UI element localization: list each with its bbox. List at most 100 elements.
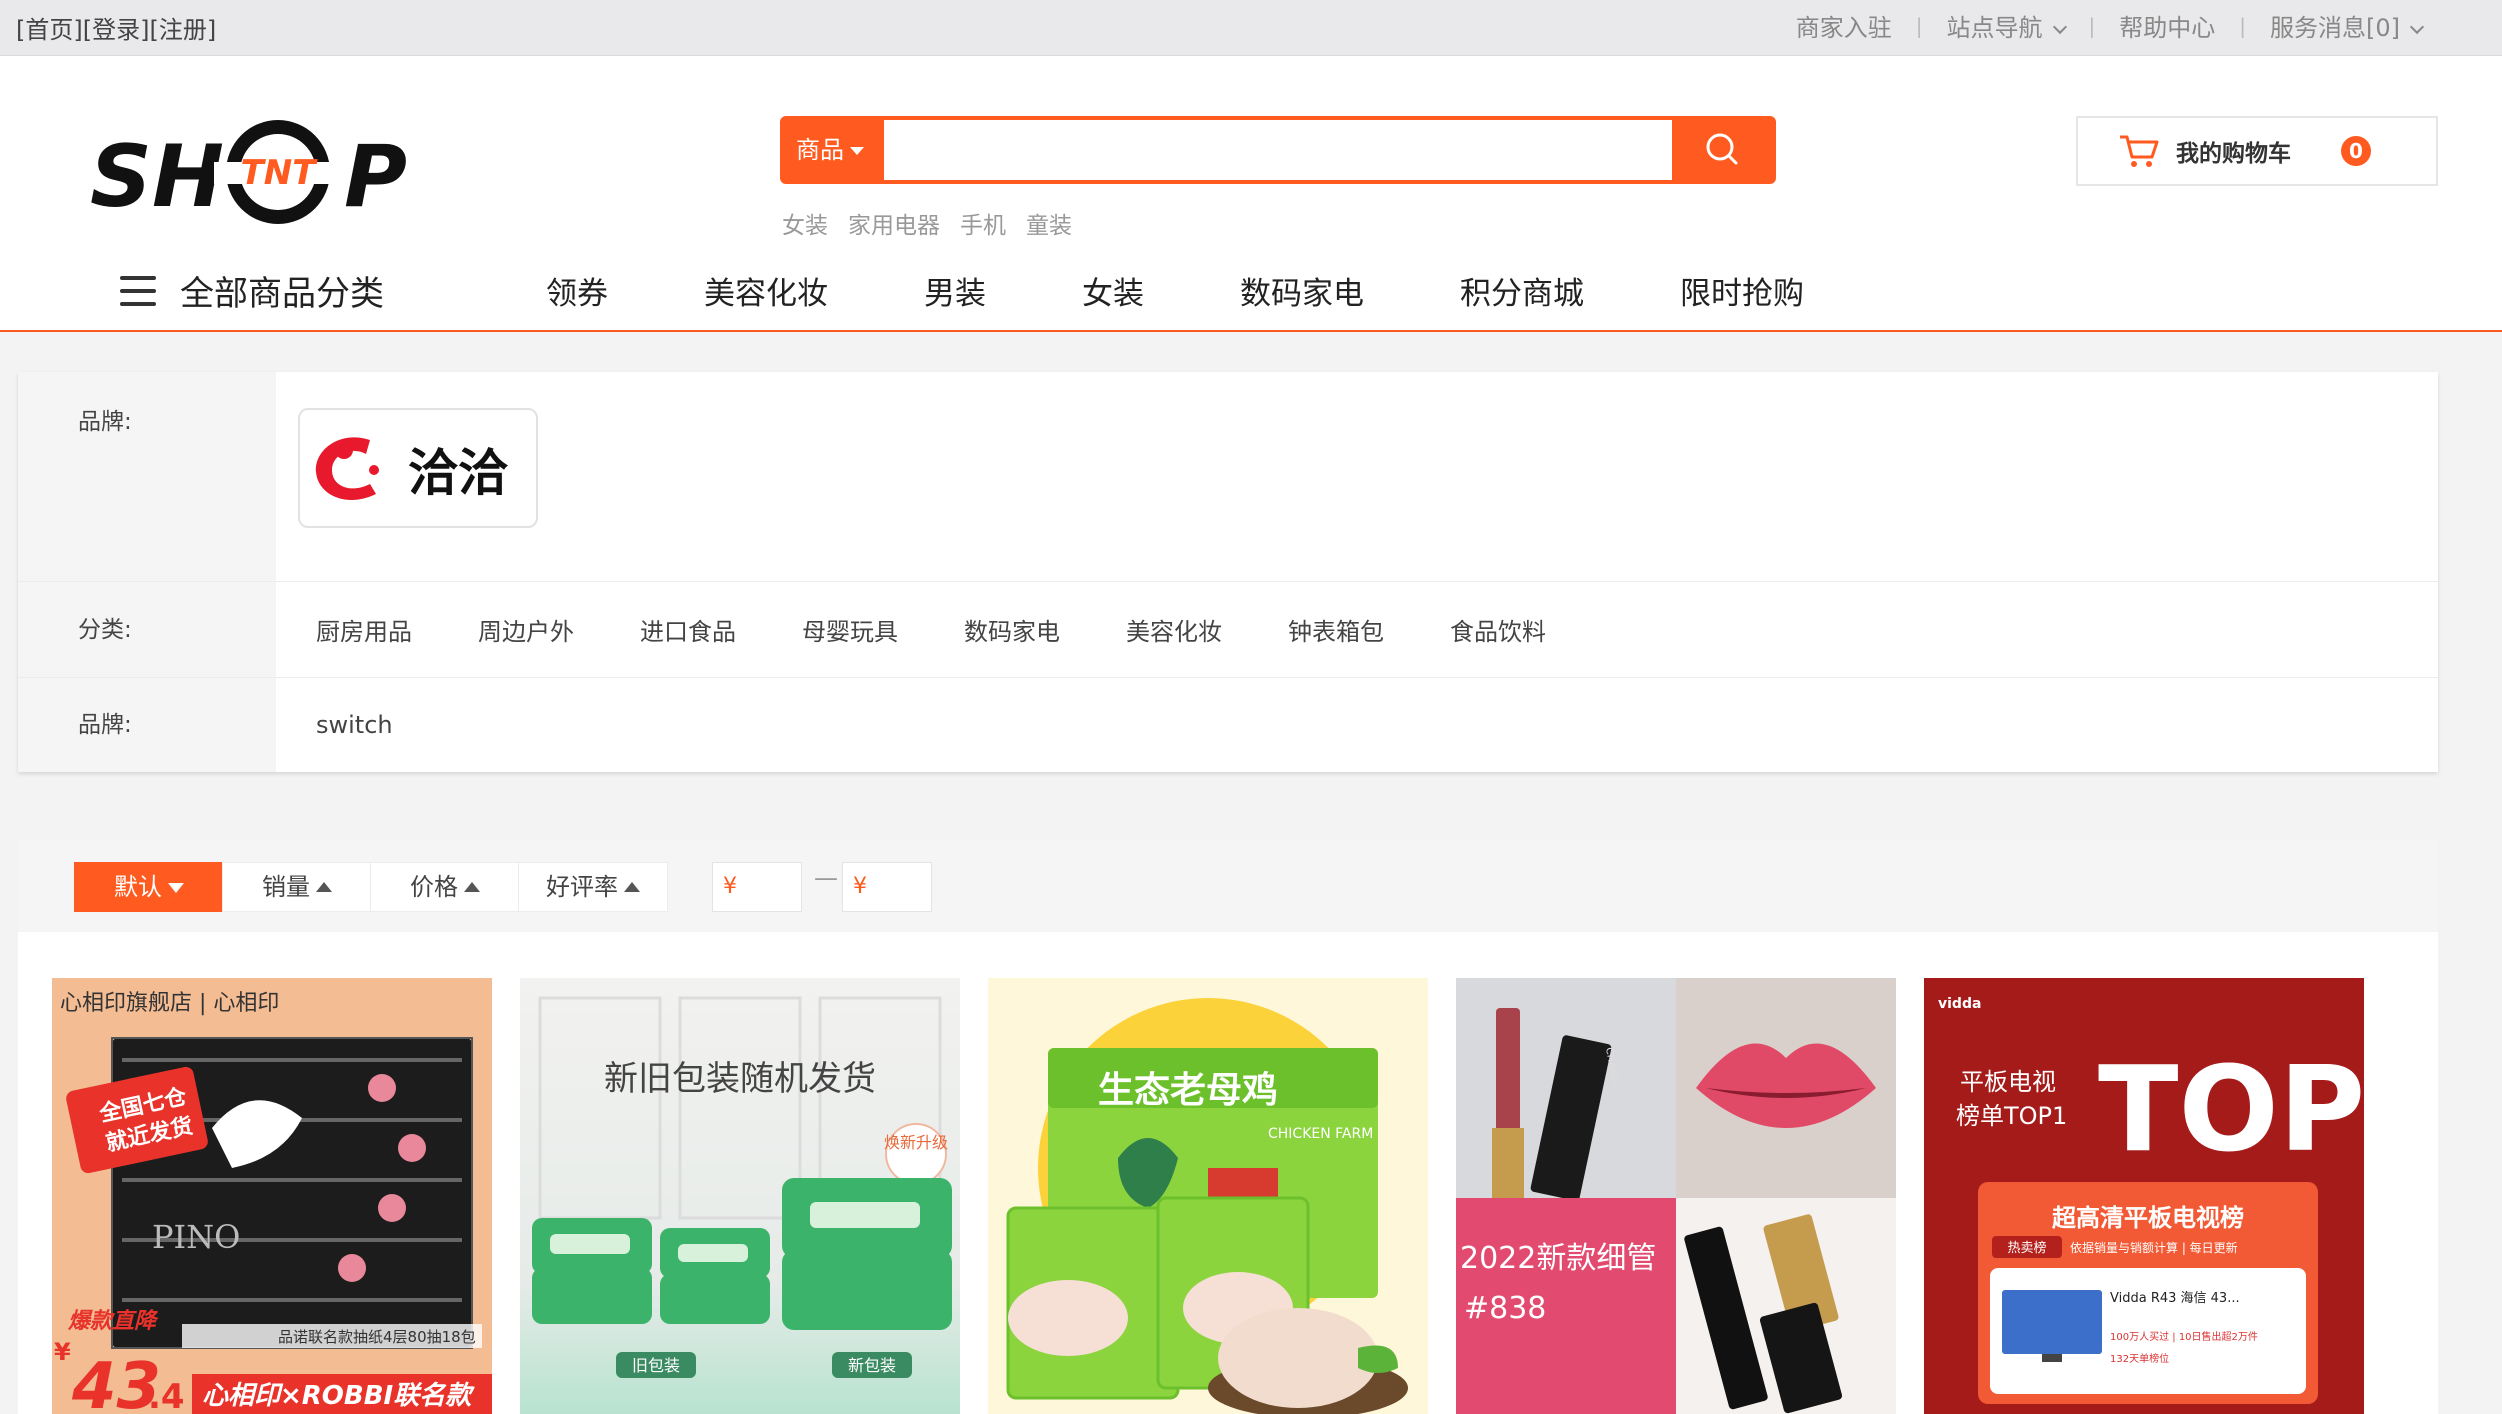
- tv-panel-tag: 热卖榜: [2007, 1240, 2046, 1256]
- product-card[interactable]: vidda 平板电视 榜单TOP1 TOP1 超高清平板电视榜 热卖榜 依据销量…: [1924, 978, 2364, 1414]
- product-image-wipes: 新旧包装随机发货 焕新升级 旧包装 新包装: [520, 978, 960, 1414]
- top-bar: [首页][登录][注册] 商家入驻 | 站点导航 | 帮助中心 | 服务消息[0…: [0, 0, 2502, 56]
- sort-rating-label: 好评率: [546, 873, 618, 901]
- logo-text-right: P: [344, 127, 407, 227]
- lipstick-caption-line1: 2022新款细管: [1460, 1241, 1656, 1276]
- cart-icon: [2120, 135, 2159, 167]
- menu-icon: [120, 275, 156, 306]
- nav-item-digital[interactable]: 数码家电: [1240, 268, 1364, 313]
- top-right-links: 商家入驻 | 站点导航 | 帮助中心 | 服务消息[0]: [1796, 8, 2425, 43]
- product-title: 新旧包装随机发货: [604, 1059, 876, 1099]
- logo-text-left: SH: [90, 127, 224, 227]
- search-box: 商品: [780, 116, 1776, 184]
- caret-down-icon: [168, 883, 184, 893]
- price-range-dash: —: [814, 864, 838, 892]
- price-dec: .4: [148, 1377, 185, 1414]
- site-nav-link[interactable]: 站点导航: [1946, 8, 2067, 43]
- price-max-input[interactable]: ¥: [842, 862, 932, 912]
- lipstick-caption-line2: #838: [1464, 1291, 1546, 1326]
- caret-up-icon: [464, 882, 480, 892]
- all-categories-button[interactable]: 全部商品分类: [120, 266, 384, 315]
- new-package-label: 新包装: [848, 1356, 896, 1375]
- sort-price-label: 价格: [410, 873, 458, 901]
- sort-default-label: 默认: [114, 873, 162, 901]
- category-item[interactable]: 食品饮料: [1450, 612, 1546, 647]
- filter-panel: 品牌: 洽洽 分类: 厨房用品 周边户外 进口食品 母婴玩具 数码家电 美容化妆: [18, 372, 2438, 772]
- search-button[interactable]: [1672, 120, 1772, 180]
- sort-price-button[interactable]: 价格: [370, 862, 520, 912]
- top-links[interactable]: [首页][登录][注册]: [16, 10, 216, 45]
- category-item[interactable]: 周边户外: [478, 612, 574, 647]
- sort-sales-button[interactable]: 销量: [222, 862, 372, 912]
- category-item[interactable]: 厨房用品: [316, 612, 412, 647]
- filter-label: 品牌:: [18, 678, 276, 772]
- hot-word[interactable]: 童装: [1026, 206, 1072, 240]
- nav-item-coupon[interactable]: 领券: [546, 268, 608, 313]
- product-card[interactable]: 新旧包装随机发货 焕新升级 旧包装 新包装: [520, 978, 960, 1414]
- separator: |: [2239, 13, 2246, 38]
- brand-logo-qiaqia[interactable]: 洽洽: [298, 408, 538, 528]
- cart-count-badge: 0: [2341, 136, 2371, 166]
- cart-label: 我的购物车: [2176, 141, 2291, 167]
- tv-brand: vidda: [1938, 996, 1981, 1012]
- search-icon: [1706, 133, 1738, 164]
- tv-rank: 132天单榜位: [2110, 1352, 2169, 1365]
- category-item[interactable]: 进口食品: [640, 612, 736, 647]
- category-item[interactable]: 母婴玩具: [802, 612, 898, 647]
- main-nav: 全部商品分类 领券 美容化妆 男装 女装 数码家电 积分商城 限时抢购: [0, 256, 2502, 330]
- product-card[interactable]: CHANEL 2022新款细管 #838: [1456, 978, 1896, 1414]
- site-logo[interactable]: SH TNT P: [90, 118, 430, 228]
- category-item[interactable]: 美容化妆: [1126, 612, 1222, 647]
- tv-panel-title: 超高清平板电视榜: [2052, 1204, 2244, 1232]
- currency-symbol: ¥: [54, 1338, 71, 1366]
- filter-row-brand: 品牌: 洽洽: [18, 372, 2438, 582]
- product-image-tv: vidda 平板电视 榜单TOP1 TOP1 超高清平板电视榜 热卖榜 依据销量…: [1924, 978, 2364, 1414]
- separator: |: [1915, 13, 1923, 38]
- filter-content: 洽洽: [276, 372, 2438, 581]
- product-subtitle: CHICKEN FARM: [1268, 1126, 1373, 1142]
- caret-up-icon: [624, 882, 640, 892]
- hot-word[interactable]: 家用电器: [848, 206, 940, 240]
- price-min-input[interactable]: ¥: [712, 862, 802, 912]
- product-card[interactable]: 心相印旗舰店 | 心相印 PINO 全国七仓 就近发货 品诺联名款抽纸4层80抽…: [52, 978, 492, 1414]
- nav-item-flash-sale[interactable]: 限时抢购: [1680, 268, 1804, 313]
- brand-item-switch[interactable]: switch: [316, 711, 393, 739]
- service-msg-link[interactable]: 服务消息[0]: [2270, 8, 2425, 43]
- nav-item-points[interactable]: 积分商城: [1460, 268, 1584, 313]
- hot-word[interactable]: 手机: [960, 206, 1006, 240]
- category-list: 厨房用品 周边户外 进口食品 母婴玩具 数码家电 美容化妆 钟表箱包 食品饮料: [316, 582, 1612, 677]
- category-item[interactable]: 钟表箱包: [1288, 612, 1384, 647]
- nav-item-beauty[interactable]: 美容化妆: [704, 268, 828, 313]
- help-link[interactable]: 帮助中心: [2119, 8, 2215, 43]
- site-nav-label: 站点导航: [1946, 14, 2043, 42]
- product-image-chicken: 生态老母鸡 CHICKEN FARM: [988, 978, 1428, 1414]
- category-item[interactable]: 数码家电: [964, 612, 1060, 647]
- logo-text-mid: TNT: [241, 153, 319, 193]
- sort-rating-button[interactable]: 好评率: [518, 862, 668, 912]
- filter-row-category: 分类: 厨房用品 周边户外 进口食品 母婴玩具 数码家电 美容化妆 钟表箱包 食…: [18, 582, 2438, 678]
- sort-default-button[interactable]: 默认: [74, 862, 224, 912]
- shop-name: 心相印旗舰店 | 心相印: [60, 991, 279, 1016]
- service-msg-label: 服务消息[0]: [2270, 14, 2400, 42]
- header: SH TNT P 商品 女装 家用电器 手机 童装 我的购物车 0 全部商品分类…: [0, 56, 2502, 332]
- nav-item-women[interactable]: 女装: [1082, 268, 1144, 313]
- search-type-select[interactable]: 商品: [784, 120, 884, 180]
- filter-label: 品牌:: [18, 372, 276, 581]
- upgrade-tag: 焕新升级: [884, 1133, 948, 1152]
- search-input[interactable]: [888, 120, 1658, 180]
- tv-panel-sub: 依据销量与销额计算 | 每日更新: [2070, 1240, 2238, 1255]
- tv-stat: 100万人买过 | 10日售出超2万件: [2110, 1330, 2258, 1343]
- hot-word[interactable]: 女装: [782, 206, 828, 240]
- caret-up-icon: [316, 882, 332, 892]
- product-card[interactable]: 生态老母鸡 CHICKEN FARM: [988, 978, 1428, 1414]
- nav-item-men[interactable]: 男装: [924, 268, 986, 313]
- product-image-lipstick: CHANEL 2022新款细管 #838: [1456, 978, 1896, 1414]
- merchant-link[interactable]: 商家入驻: [1796, 8, 1892, 43]
- product-grid: 心相印旗舰店 | 心相印 PINO 全国七仓 就近发货 品诺联名款抽纸4层80抽…: [18, 932, 2438, 1414]
- promo-text: 爆款直降: [67, 1309, 159, 1334]
- brand2-list: switch: [316, 678, 459, 772]
- cart-button[interactable]: 我的购物车 0: [2076, 116, 2438, 186]
- product-note: 品诺联名款抽纸4层80抽18包: [278, 1328, 476, 1346]
- filter-row-brand2: 品牌: switch: [18, 678, 2438, 772]
- caret-down-icon: [850, 147, 864, 155]
